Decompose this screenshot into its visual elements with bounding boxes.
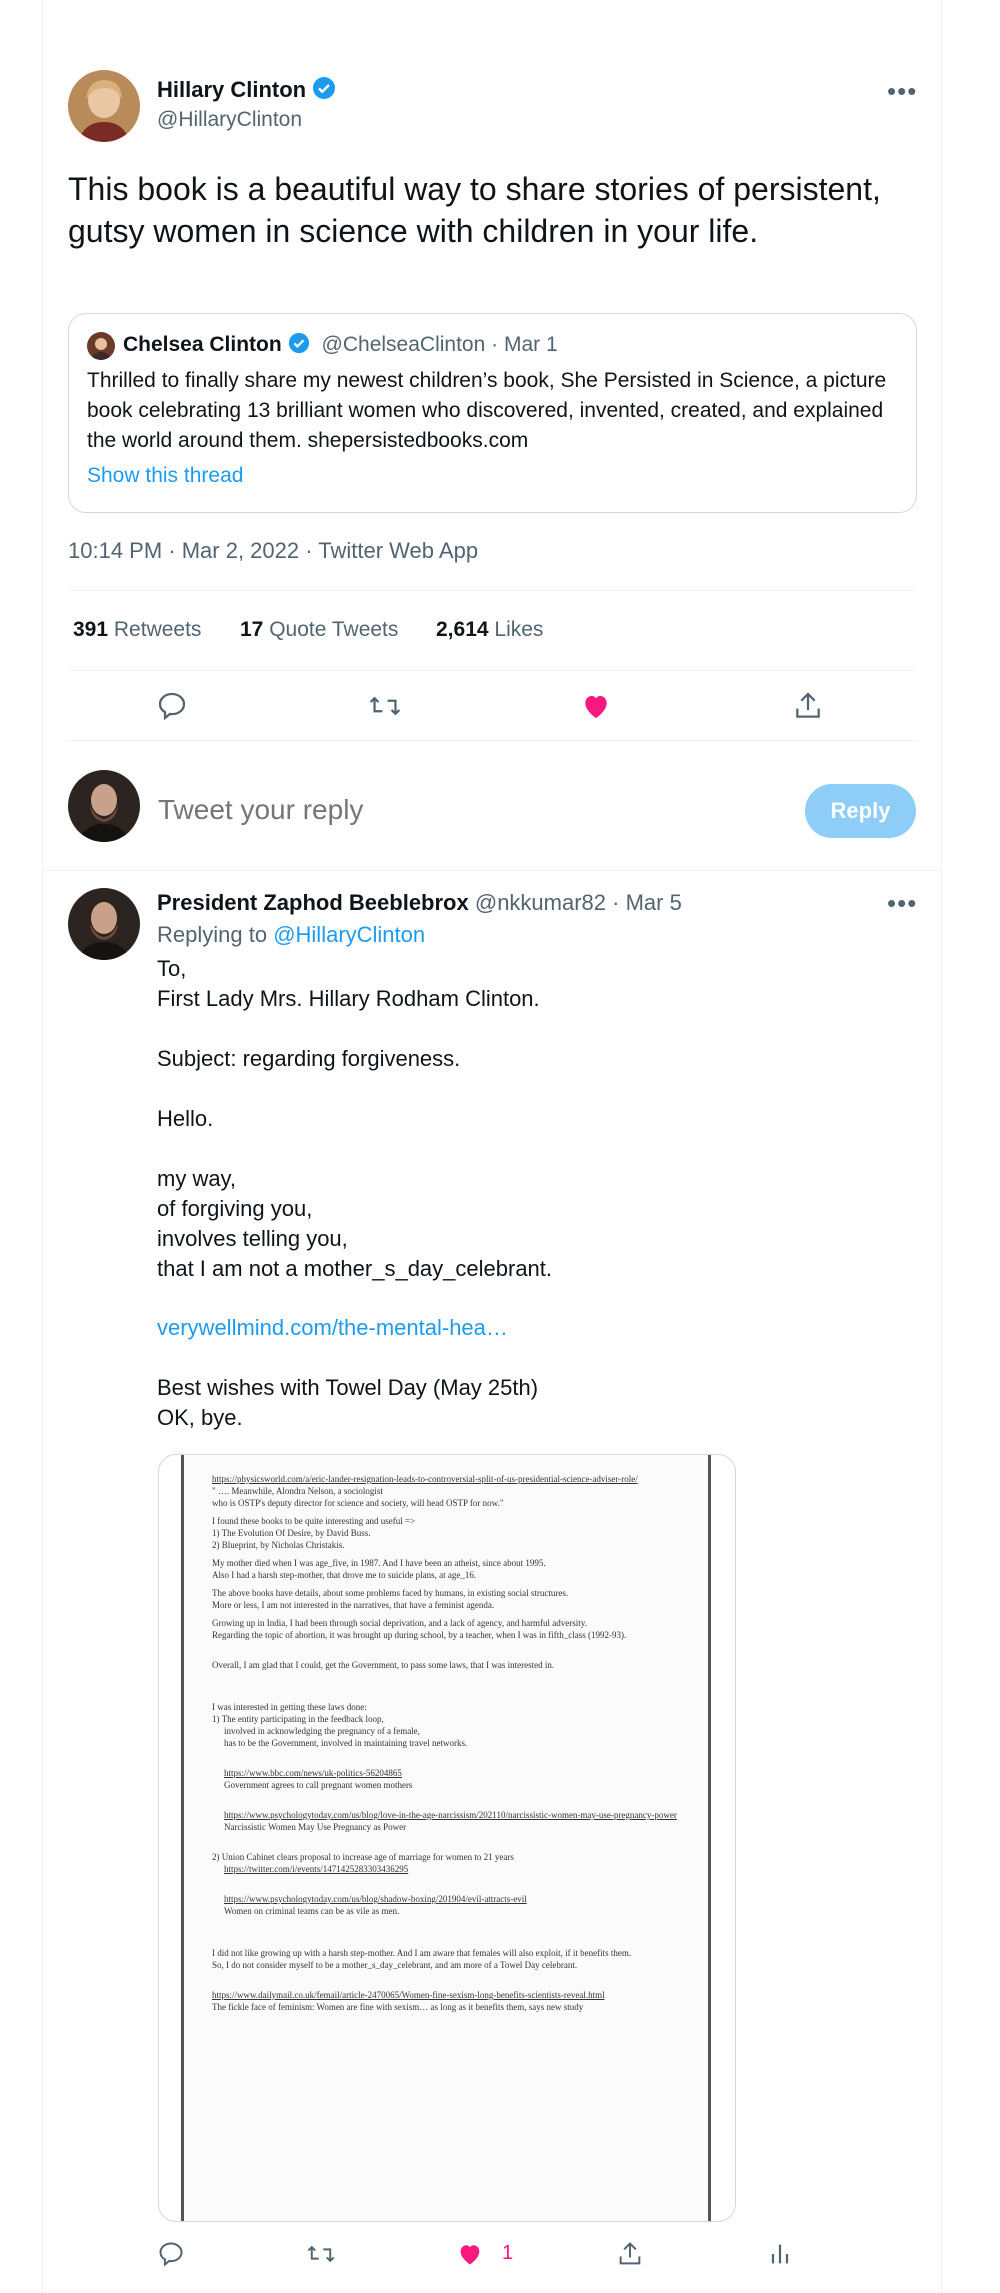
reply-author-handle[interactable]: @nkkumar82: [475, 890, 606, 915]
doc-line: Narcissistic Women May Use Pregnancy as …: [224, 1822, 407, 1832]
quotes-count: 17: [240, 618, 264, 641]
attached-image[interactable]: https://physicsworld.com/a/eric-lander-r…: [158, 1454, 736, 2222]
doc-line: I was interested in getting these laws d…: [212, 1702, 367, 1712]
verified-badge-icon: [288, 332, 310, 360]
quoted-tweet[interactable]: Chelsea Clinton @ChelseaClinton · Mar 1 …: [68, 313, 917, 513]
quoted-text: Thrilled to finally share my newest chil…: [87, 369, 887, 452]
doc-line: Government agrees to call pregnant women…: [224, 1780, 413, 1790]
divider: [42, 870, 942, 871]
quoted-header: Chelsea Clinton @ChelseaClinton · Mar 1: [123, 332, 558, 360]
avatar-chelsea: [87, 332, 115, 360]
doc-line: who is OSTP's deputy director for scienc…: [212, 1498, 504, 1508]
retweets-label: Retweets: [113, 618, 202, 641]
analytics-icon[interactable]: [766, 2240, 794, 2273]
reply-author-name[interactable]: President Zaphod Beeblebrox: [157, 890, 469, 915]
doc-line: " …. Meanwhile, Alondra Nelson, a sociol…: [212, 1486, 383, 1496]
reply-header: President Zaphod Beeblebrox @nkkumar82 ·…: [157, 890, 682, 916]
doc-line: Growing up in India, I had been through …: [212, 1618, 587, 1628]
doc-line: Women on criminal teams can be as vile a…: [224, 1906, 400, 1916]
share-icon[interactable]: [616, 2240, 644, 2273]
doc-line: https://physicsworld.com/a/eric-lander-r…: [212, 1474, 638, 1484]
reply-icon[interactable]: [157, 2240, 185, 2273]
show-thread-link[interactable]: Show this thread: [87, 464, 243, 488]
doc-line: I found these books to be quite interest…: [212, 1516, 416, 1526]
doc-line: I did not like growing up with a harsh s…: [212, 1948, 632, 1958]
avatar-current-user[interactable]: [68, 770, 140, 842]
like-icon[interactable]: [456, 2240, 484, 2273]
quoted-author-name: Chelsea Clinton: [123, 333, 282, 356]
doc-line: https://www.psychologytoday.com/us/blog/…: [224, 1810, 677, 1820]
doc-line: More or less, I am not interested in the…: [212, 1600, 495, 1610]
replying-to-handle[interactable]: @HillaryClinton: [273, 922, 425, 947]
doc-line: The above books have details, about some…: [212, 1588, 569, 1598]
more-icon[interactable]: •••: [887, 890, 917, 916]
doc-line: 2) Union Cabinet clears proposal to incr…: [212, 1852, 514, 1862]
doc-line: https://twitter.com/i/events/14714252833…: [224, 1864, 409, 1874]
doc-line: https://www.bbc.com/news/uk-politics-562…: [224, 1768, 402, 1778]
author-name[interactable]: Hillary Clinton: [157, 76, 336, 106]
quoted-author-handle: @ChelseaClinton: [321, 333, 486, 356]
doc-line: Also I had a harsh step-mother, that dro…: [212, 1570, 477, 1580]
reply-body-link[interactable]: verywellmind.com/the-mental-hea…: [157, 1315, 508, 1341]
like-icon[interactable]: [580, 690, 612, 727]
like-count: 1: [502, 2242, 514, 2264]
doc-line: https://www.dailymail.co.uk/femail/artic…: [212, 1990, 605, 2000]
divider: [68, 590, 916, 591]
doc-line: The fickle face of feminism: Women are f…: [212, 2002, 584, 2012]
quotes-label: Quote Tweets: [269, 618, 399, 641]
replying-to: Replying to @HillaryClinton: [157, 922, 425, 948]
doc-line: 1) The entity participating in the feedb…: [212, 1714, 384, 1724]
avatar-reply-author[interactable]: [68, 888, 140, 960]
quotes-stat[interactable]: 17 Quote Tweets: [240, 618, 398, 642]
reply-date[interactable]: · Mar 5: [612, 890, 682, 915]
doc-line: Overall, I am glad that I could, get the…: [212, 1660, 555, 1670]
likes-label: Likes: [494, 618, 544, 641]
reply-body-part1: To, First Lady Mrs. Hillary Rodham Clint…: [157, 956, 553, 1281]
author-name-text: Hillary Clinton: [157, 77, 307, 102]
doc-line: My mother died when I was age_five, in 1…: [212, 1558, 546, 1568]
reply-body-part2: Best wishes with Towel Day (May 25th) OK…: [157, 1375, 539, 1430]
doc-line: 2) Blueprint, by Nicholas Christakis.: [212, 1540, 345, 1550]
divider: [68, 670, 916, 671]
likes-count: 2,614: [436, 618, 489, 641]
verified-badge-icon: [312, 76, 336, 106]
retweets-stat[interactable]: 391 Retweets: [73, 618, 201, 642]
share-icon[interactable]: [792, 690, 824, 727]
doc-line: 1) The Evolution Of Desire, by David Bus…: [212, 1528, 371, 1538]
doc-line: https://www.psychologytoday.com/us/blog/…: [224, 1894, 527, 1904]
retweet-icon[interactable]: [306, 2240, 336, 2273]
likes-stat[interactable]: 2,614 Likes: [436, 618, 543, 642]
retweet-icon[interactable]: [368, 690, 402, 727]
document-page: https://physicsworld.com/a/eric-lander-r…: [181, 1455, 711, 2221]
doc-line: has to be the Government, involved in ma…: [224, 1738, 468, 1748]
doc-line: Regarding the topic of abortion, it was …: [212, 1630, 627, 1640]
tweet-timestamp[interactable]: 10:14 PM · Mar 2, 2022 · Twitter Web App: [68, 538, 478, 564]
divider: [68, 740, 916, 741]
retweets-count: 391: [73, 618, 109, 641]
reply-icon[interactable]: [156, 690, 188, 727]
more-icon[interactable]: •••: [887, 78, 917, 104]
replying-to-label: Replying to: [157, 922, 268, 947]
avatar-hillary[interactable]: [68, 70, 140, 142]
quoted-date: · Mar 1: [491, 333, 558, 356]
author-handle[interactable]: @HillaryClinton: [157, 108, 302, 132]
reply-input[interactable]: [156, 784, 780, 836]
doc-line: involved in acknowledging the pregnancy …: [224, 1726, 420, 1736]
doc-line: So, I do not consider myself to be a mot…: [212, 1960, 578, 1970]
reply-button[interactable]: Reply: [805, 784, 916, 838]
tweet-text: This book is a beautiful way to share st…: [68, 171, 881, 249]
